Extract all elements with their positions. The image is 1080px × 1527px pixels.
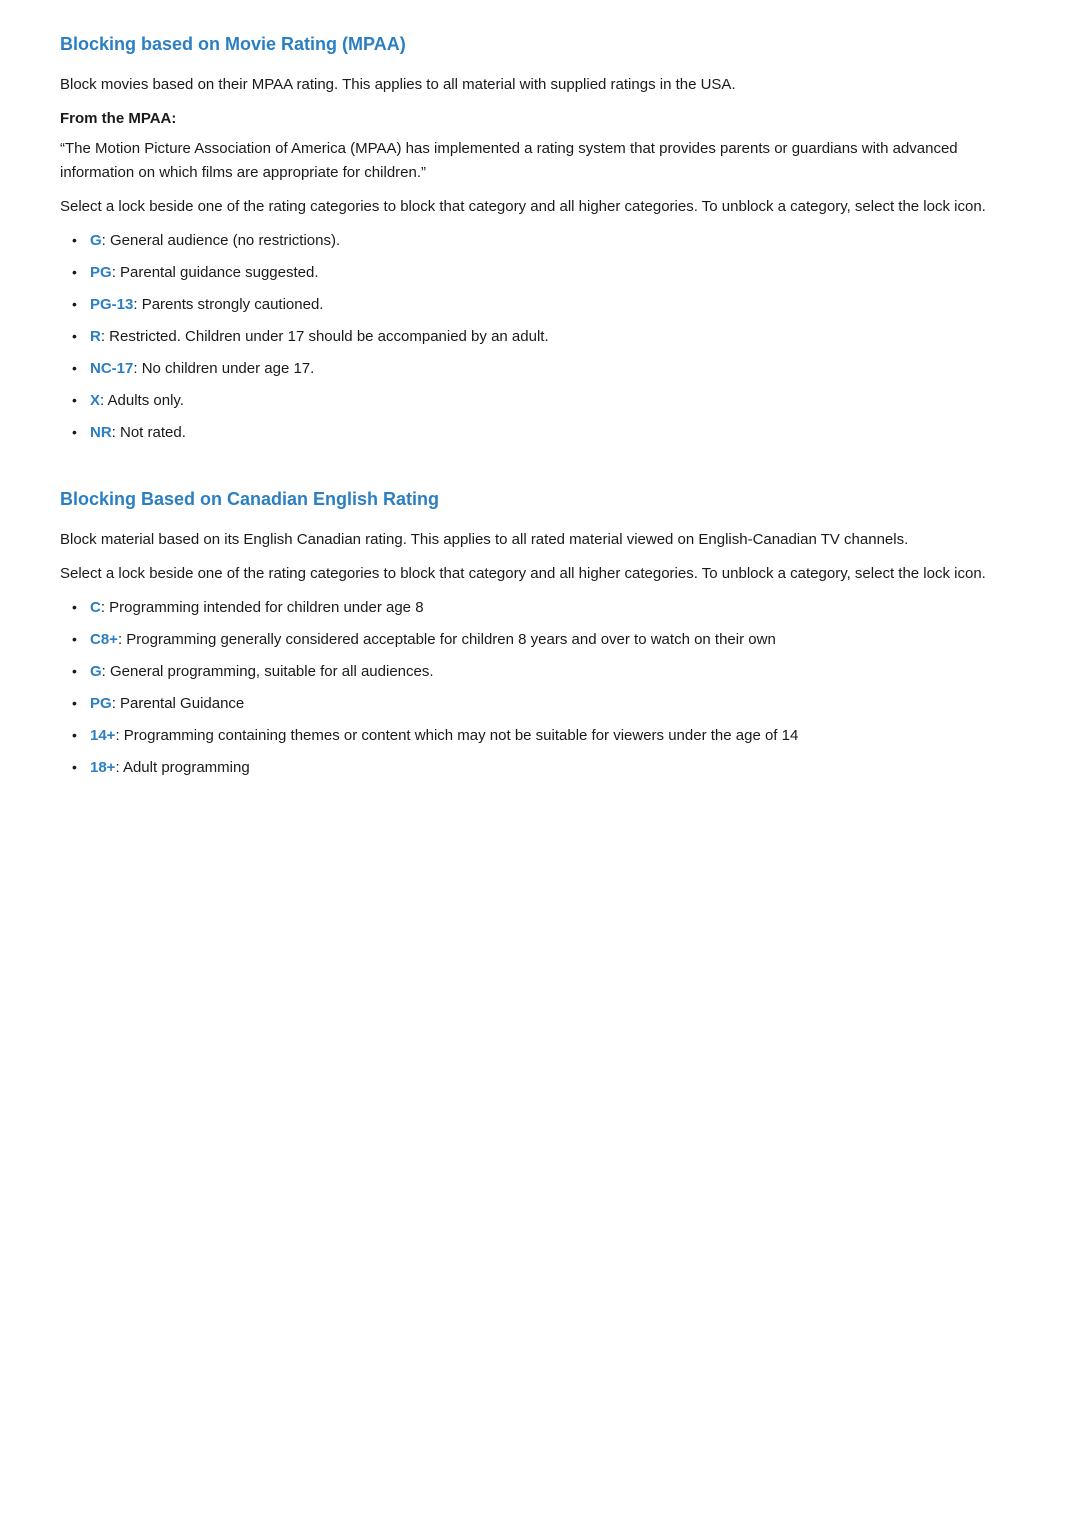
list-item: PG: Parental guidance suggested. [90,261,1020,285]
list-item: X: Adults only. [90,389,1020,413]
mpaa-quote: “The Motion Picture Association of Ameri… [60,137,1020,185]
list-item: G: General audience (no restrictions). [90,229,1020,253]
rating-desc-14: : Programming containing themes or conte… [115,727,798,744]
rating-desc-c8: : Programming generally considered accep… [118,631,776,648]
list-item: 18+: Adult programming [90,756,1020,780]
rating-code-r: R [90,328,101,345]
rating-desc-g-ca: : General programming, suitable for all … [102,663,434,680]
rating-code-g: G [90,232,102,249]
list-item: C8+: Programming generally considered ac… [90,628,1020,652]
list-item: NR: Not rated. [90,421,1020,445]
canadian-english-description1: Block material based on its English Cana… [60,528,1020,552]
mpaa-instruction: Select a lock beside one of the rating c… [60,195,1020,219]
rating-desc-x: : Adults only. [100,392,184,409]
rating-code-pg13: PG-13 [90,296,133,313]
list-item: G: General programming, suitable for all… [90,660,1020,684]
rating-desc-c: : Programming intended for children unde… [101,599,424,616]
from-mpaa-label: From the MPAA: [60,107,1020,131]
list-item: R: Restricted. Children under 17 should … [90,325,1020,349]
list-item: PG-13: Parents strongly cautioned. [90,293,1020,317]
canadian-english-section: Blocking Based on Canadian English Ratin… [60,485,1020,780]
rating-desc-pg: : Parental guidance suggested. [112,264,319,281]
rating-code-14: 14+ [90,727,115,744]
rating-code-18: 18+ [90,759,115,776]
rating-code-x: X [90,392,100,409]
rating-code-nc17: NC-17 [90,360,133,377]
rating-code-c: C [90,599,101,616]
mpaa-section-title: Blocking based on Movie Rating (MPAA) [60,30,1020,59]
canadian-english-section-title: Blocking Based on Canadian English Ratin… [60,485,1020,514]
rating-desc-nc17: : No children under age 17. [133,360,314,377]
rating-code-pg-ca: PG [90,695,112,712]
list-item: NC-17: No children under age 17. [90,357,1020,381]
list-item: PG: Parental Guidance [90,692,1020,716]
rating-desc-g: : General audience (no restrictions). [102,232,340,249]
list-item: 14+: Programming containing themes or co… [90,724,1020,748]
rating-desc-nr: : Not rated. [112,424,186,441]
rating-code-c8: C8+ [90,631,118,648]
rating-desc-pg-ca: : Parental Guidance [112,695,245,712]
rating-code-pg: PG [90,264,112,281]
mpaa-section: Blocking based on Movie Rating (MPAA) Bl… [60,30,1020,445]
rating-desc-18: : Adult programming [115,759,249,776]
rating-desc-pg13: : Parents strongly cautioned. [133,296,323,313]
canadian-english-ratings-list: C: Programming intended for children und… [60,596,1020,780]
rating-code-g-ca: G [90,663,102,680]
canadian-english-instruction: Select a lock beside one of the rating c… [60,562,1020,586]
rating-desc-r: : Restricted. Children under 17 should b… [101,328,549,345]
mpaa-description: Block movies based on their MPAA rating.… [60,73,1020,97]
mpaa-ratings-list: G: General audience (no restrictions). P… [60,229,1020,445]
list-item: C: Programming intended for children und… [90,596,1020,620]
rating-code-nr: NR [90,424,112,441]
